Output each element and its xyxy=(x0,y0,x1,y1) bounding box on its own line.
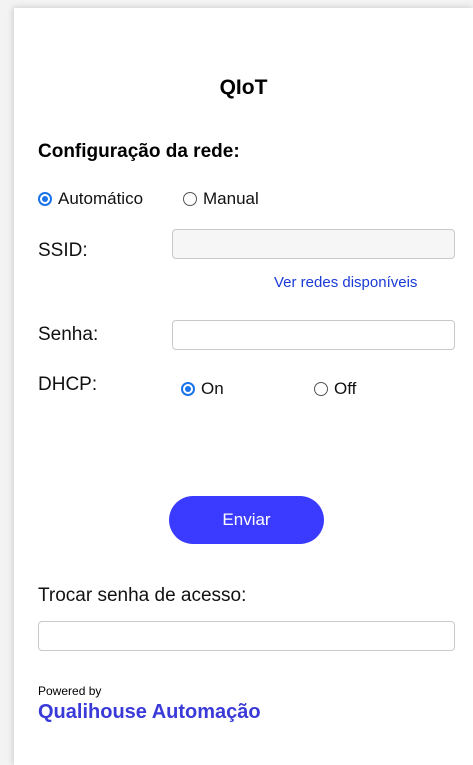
dhcp-off-option[interactable]: Off xyxy=(314,379,356,399)
page-title: QIoT xyxy=(219,76,268,99)
dhcp-on-radio[interactable] xyxy=(181,382,195,396)
ssid-input[interactable] xyxy=(172,229,455,259)
ssid-label: SSID: xyxy=(38,240,88,261)
change-password-input[interactable] xyxy=(38,621,455,651)
dhcp-on-label: On xyxy=(201,379,224,398)
mode-auto-option[interactable]: Automático xyxy=(38,189,143,209)
mode-manual-radio[interactable] xyxy=(183,192,197,206)
submit-button[interactable]: Enviar xyxy=(169,496,324,544)
mode-auto-label: Automático xyxy=(58,189,144,208)
mode-auto-radio[interactable] xyxy=(38,192,52,206)
dhcp-off-radio[interactable] xyxy=(314,382,328,396)
network-config-heading: Configuração da rede: xyxy=(38,141,240,162)
config-card: QIoT Configuração da rede: Automático Ma… xyxy=(14,8,473,765)
view-networks-link[interactable]: Ver redes disponíveis xyxy=(274,274,417,291)
mode-manual-option[interactable]: Manual xyxy=(183,189,259,209)
dhcp-label: DHCP: xyxy=(38,374,98,395)
password-input[interactable] xyxy=(172,320,455,350)
mode-manual-label: Manual xyxy=(203,189,259,208)
powered-by-text: Powered by xyxy=(38,684,102,698)
dhcp-on-option[interactable]: On xyxy=(181,379,224,399)
brand-name: Qualihouse Automação xyxy=(38,701,261,723)
password-label: Senha: xyxy=(38,324,99,345)
dhcp-off-label: Off xyxy=(334,379,357,398)
change-password-label: Trocar senha de acesso: xyxy=(38,585,247,606)
